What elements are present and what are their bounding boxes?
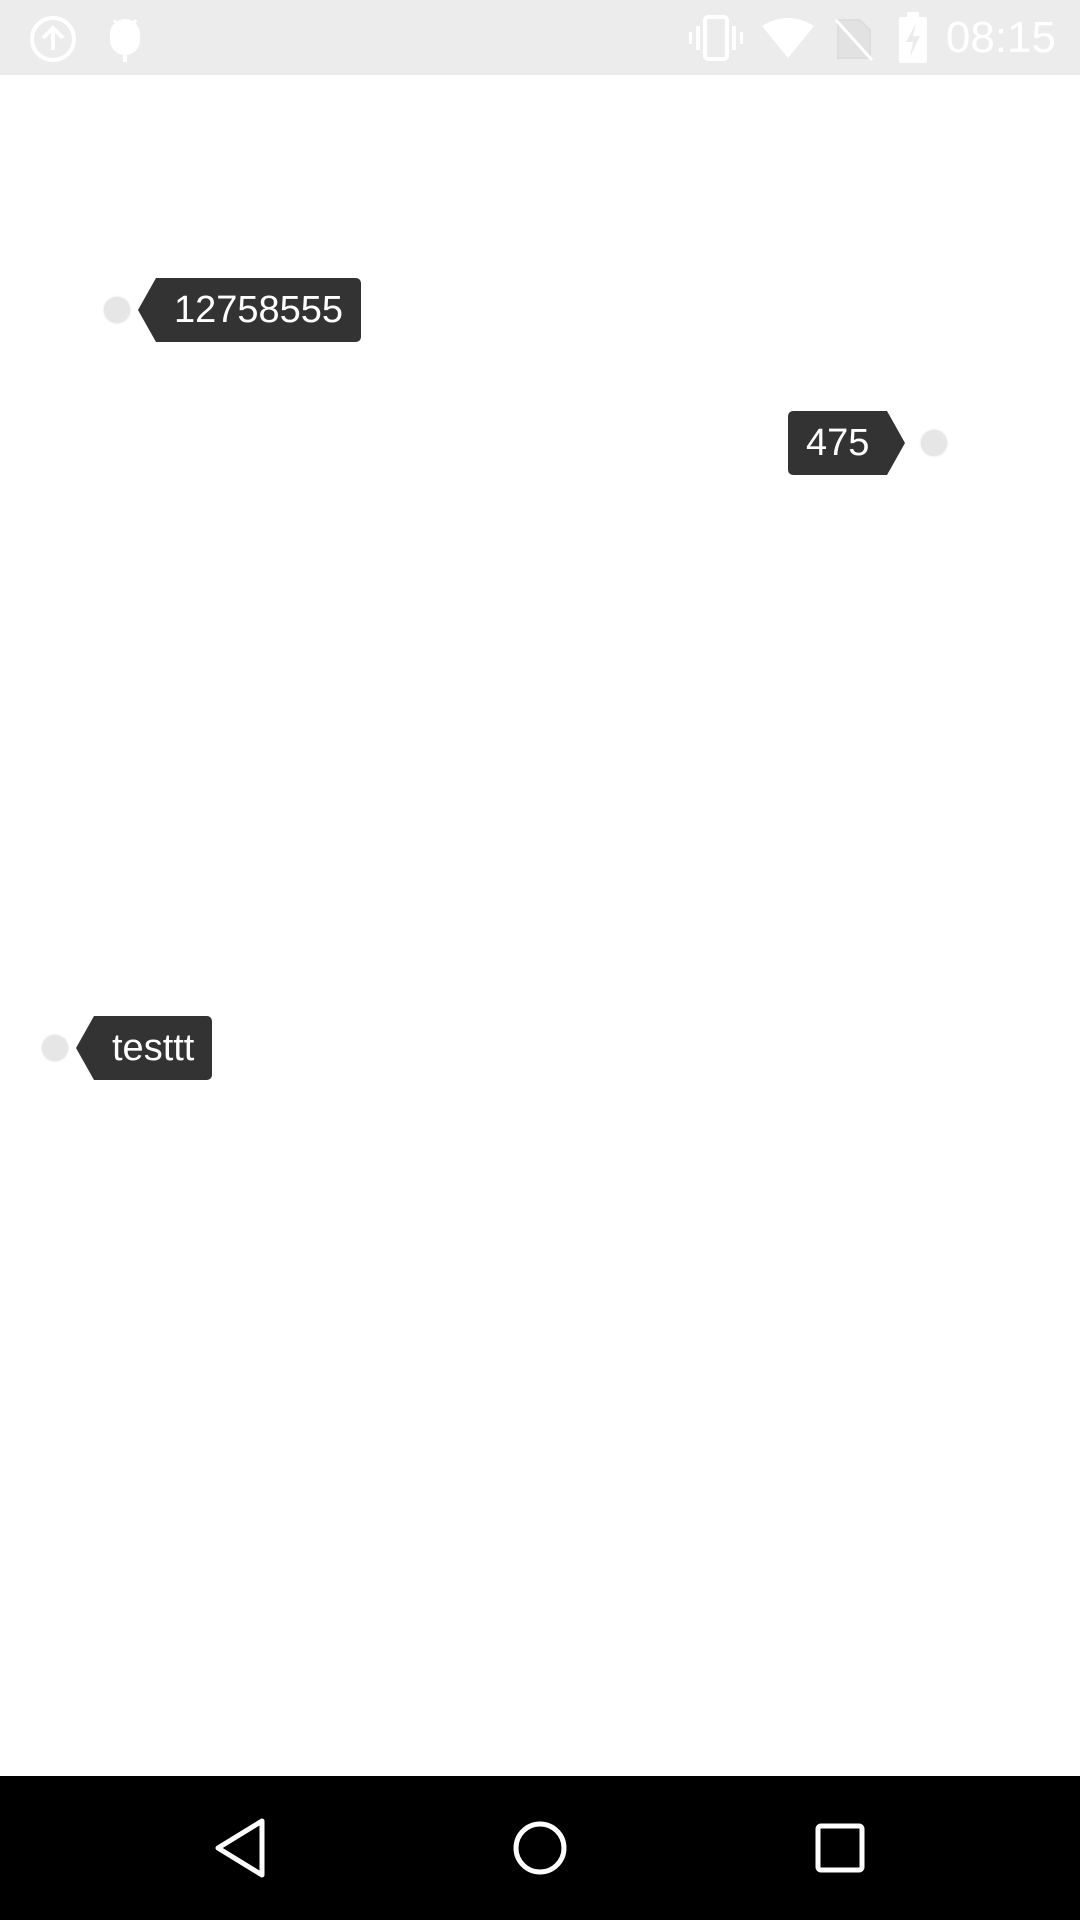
- tag-item[interactable]: 12758555: [104, 278, 362, 342]
- tag-label[interactable]: testtt: [75, 1016, 213, 1080]
- android-debug-icon: [110, 19, 140, 62]
- navigation-bar: [0, 1776, 1080, 1920]
- tag-dot[interactable]: [921, 430, 948, 456]
- home-icon: [513, 1821, 567, 1875]
- tag-label[interactable]: 12758555: [137, 278, 362, 342]
- vibrate-icon: [689, 15, 743, 61]
- content-area: 12758555 475 testtt: [0, 75, 1080, 1775]
- recents-button[interactable]: [790, 1798, 890, 1898]
- battery-charging-icon: [899, 12, 927, 63]
- upload-icon: [30, 16, 76, 62]
- status-time: 08:15: [945, 13, 1056, 62]
- tag-dot[interactable]: [42, 1035, 68, 1061]
- wifi-icon: [762, 18, 814, 58]
- recents-icon: [815, 1823, 865, 1873]
- back-icon: [215, 1818, 265, 1878]
- tag-item[interactable]: testtt: [42, 1016, 213, 1080]
- tag-dot[interactable]: [104, 297, 130, 323]
- status-bar: 08:15: [0, 0, 1080, 75]
- tag-item[interactable]: 475: [788, 411, 948, 475]
- tag-label[interactable]: 475: [788, 411, 906, 475]
- no-sim-icon: [834, 18, 874, 62]
- home-button[interactable]: [490, 1798, 590, 1898]
- back-button[interactable]: [190, 1798, 290, 1898]
